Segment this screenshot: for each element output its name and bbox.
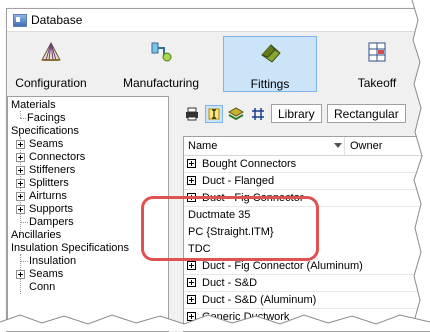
torn-edge-decoration [0,0,430,331]
